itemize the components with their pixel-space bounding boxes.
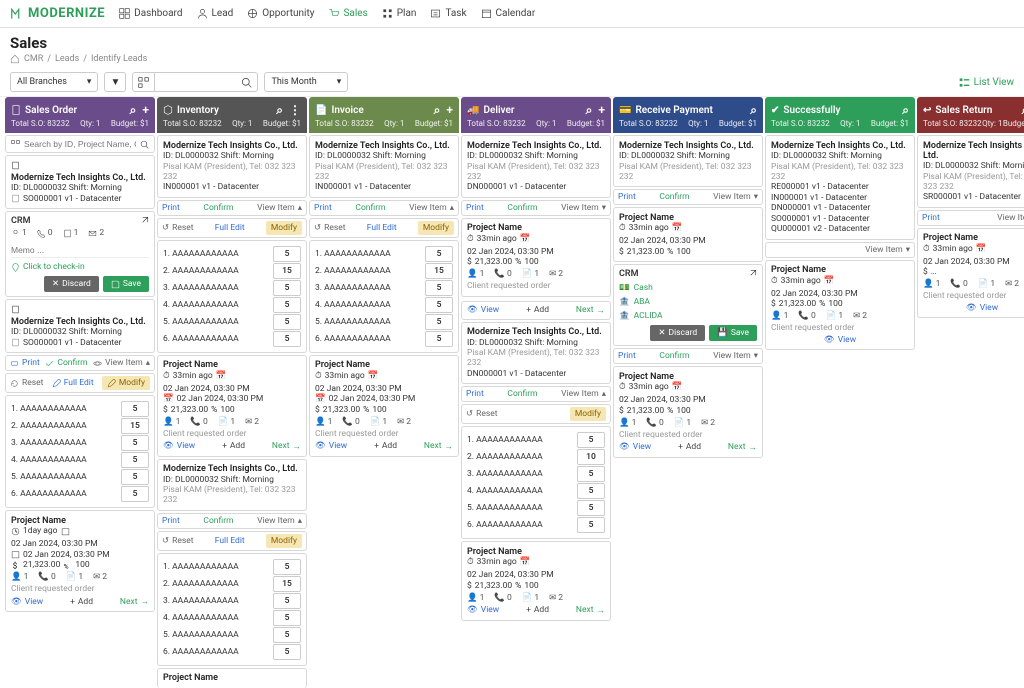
user-icon [11,229,20,238]
qr-icon[interactable] [11,140,20,149]
qty-input[interactable]: 5 [121,401,149,417]
nav-lead[interactable]: Lead [197,8,234,19]
doc-icon [11,105,21,115]
filterbar: All Branches▾ ▼ This Month▾ List View [0,68,1024,97]
nav-plan[interactable]: Plan [382,8,417,19]
items-card: 1. AAAAAAAAAAAA5 2. AAAAAAAAAAAA15 3. AA… [5,395,155,508]
cal-icon [61,527,70,536]
nav-opportunity[interactable]: Opportunity [247,8,314,19]
search-icon[interactable] [235,77,257,88]
confirm-button[interactable]: Confirm [45,358,87,368]
search-icon[interactable] [140,140,149,149]
col-invoice: 📄 Invoice⌕+Total S.O: 83232Qty: 1Budget:… [309,97,459,688]
payment-cash[interactable]: 💵 Cash [619,283,757,293]
payment-popover: CRM 💵 Cash 🏦 ABA 🏦 ACLIDA ✕ Discard 💾 Sa… [613,264,763,346]
logo: MODERNIZE [10,6,105,21]
col-inventory: Inventory ⌕⋮ Total S.O: 83232Qty: 1Budge… [157,97,307,688]
column-search [5,135,155,153]
discard-button[interactable]: ✕ Discard [650,325,705,341]
topbar: MODERNIZE Dashboard Lead Opportunity Sal… [0,0,1024,28]
payment-aba[interactable]: 🏦 ABA [619,297,757,307]
kanban-board: Sales Order ⌕+ Total S.O: 83232Qty: 1Bud… [0,97,1024,688]
search-icon[interactable]: ⌕ [130,103,137,118]
filter-button[interactable]: ▼ [104,72,126,92]
dollar-icon: $ [11,561,20,570]
home-icon [10,54,20,64]
col-sales-return: ↩ Sales Return⌕+Total S.O: 83232Qty: 1Bu… [917,97,1024,688]
pin-icon [11,263,20,272]
add-button[interactable]: + Add [70,597,93,607]
column-search-input[interactable] [24,139,136,149]
doc-icon [63,229,72,238]
payment-aclida[interactable]: 🏦 ACLIDA [619,311,757,321]
card-company[interactable]: Modernize Tech Insights Co., Ltd. ID: DL… [5,155,155,209]
building-icon [11,161,20,170]
mail-icon [88,229,97,238]
filter-icon: ▼ [111,77,121,88]
actionbar: Print Confirm View Item ▴ [5,355,155,371]
page-title: Sales [10,34,1014,52]
header-search-input[interactable] [155,77,235,87]
col-deliver: 🚚 Deliver⌕+Total S.O: 83232Qty: 1Budget:… [461,97,611,688]
nav: Dashboard Lead Opportunity Sales Plan Ta… [119,8,535,19]
external-link-icon[interactable] [747,269,757,279]
modify-button[interactable]: Modify [102,376,150,390]
actionbar-2: Reset Full Edit Modify [5,373,155,393]
building-icon [11,305,20,314]
save-icon [111,280,120,289]
cal-icon [11,550,20,559]
crm-title: CRM [11,216,30,226]
save-button[interactable]: 💾 Save [709,325,757,341]
col-successfully: ✔ Successfully⌕Total S.O: 83232Qty: 1Bud… [765,97,915,688]
logo-icon [10,7,24,21]
breadcrumb[interactable]: CMR / Leads / Identify Leads [10,54,1014,64]
card-company[interactable]: Modernize Tech Insights Co., Ltd. ID: DL… [5,299,155,353]
cube-icon [163,105,173,115]
list-icon [959,77,970,88]
next-button[interactable]: Next → [120,596,149,607]
nav-dashboard[interactable]: Dashboard [119,8,182,19]
subbar: Sales CMR / Leads / Identify Leads [0,28,1024,68]
svg-text:$: $ [13,561,17,570]
crm-card: CRM 1 0 1 2 Click to check-in ✕ Discard … [5,211,155,297]
add-icon[interactable]: + [142,103,149,118]
col-receive-payment: 💳 Receive Payment⌕Total S.O: 83232Qty: 1… [613,97,763,688]
list-view-toggle[interactable]: List View [959,77,1014,88]
project-card[interactable]: Project Name ⏱ 33min ago 📅 02 Jan 2024, … [157,355,307,457]
nav-task[interactable]: Task [430,8,466,19]
print-button[interactable]: Print [10,358,40,368]
percent-icon: % [63,561,72,570]
memo-input[interactable] [11,243,149,258]
card-company[interactable]: Modernize Tech Insights Co., Ltd. ID: DL… [157,135,307,198]
project-card[interactable]: Project Name 1day ago02 Jan 2024, 03:30 … [5,510,155,612]
header-search[interactable] [132,72,258,92]
save-button[interactable]: Save [103,276,149,292]
doc-icon [11,194,20,203]
discard-button[interactable]: ✕ Discard [44,276,99,292]
doc-icon [11,338,20,347]
col-head-sales-order: Sales Order ⌕+ Total S.O: 83232Qty: 1Bud… [5,97,155,133]
view-item-button[interactable]: View Item ▴ [93,358,150,368]
month-select[interactable]: This Month▾ [264,72,348,92]
svg-text:%: % [64,562,69,570]
col-sales-order: Sales Order ⌕+ Total S.O: 83232Qty: 1Bud… [5,97,155,688]
col-head-inventory: Inventory ⌕⋮ Total S.O: 83232Qty: 1Budge… [157,97,307,133]
qr-icon[interactable] [133,73,155,91]
branch-select[interactable]: All Branches▾ [10,72,98,92]
search-icon[interactable]: ⌕ [276,103,283,118]
external-link-icon[interactable] [139,216,149,226]
counts: 1 0 1 2 [11,228,149,238]
view-button[interactable]: 👁 View [11,597,43,607]
checkin-link[interactable]: Click to check-in [11,262,149,272]
phone-icon [37,229,46,238]
nav-calendar[interactable]: Calendar [481,8,536,19]
reset-button[interactable]: Reset [10,378,43,388]
more-icon[interactable]: ⋮ [289,103,301,118]
clock-icon [11,527,20,536]
full-edit-button[interactable]: Full Edit [52,378,94,388]
nav-sales[interactable]: Sales [328,8,367,19]
